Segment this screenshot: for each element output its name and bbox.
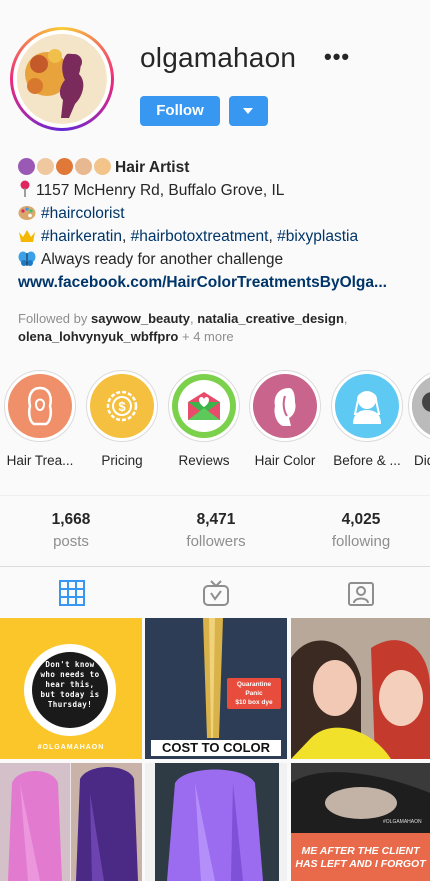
following-stat[interactable]: 4,025 following	[306, 510, 416, 552]
website-link[interactable]: www.facebook.com/HairColorTreatmentsByOl…	[18, 274, 387, 291]
igtv-icon	[203, 580, 229, 606]
avatar-image	[17, 34, 107, 124]
hashtag-link[interactable]: #hairkeratin	[41, 228, 122, 245]
post-thumbnail[interactable]	[0, 763, 142, 881]
hairdresser-emoji-icon	[18, 158, 35, 175]
post-thumbnail[interactable]: #OLGAMAHAON ME AFTER THE CLIENT HAS LEFT …	[291, 763, 430, 881]
crown-icon	[19, 230, 35, 242]
story-highlights: Hair Trea... $ Pricing Reviews Hair Colo…	[0, 370, 430, 470]
profile-page: olgamahaon ••• Follow Hair Artist 1157 M…	[0, 0, 430, 881]
following-count: 4,025	[341, 511, 381, 528]
username: olgamahaon	[140, 42, 297, 73]
woman-emoji-icon	[75, 158, 92, 175]
price-badge-icon: $	[106, 390, 138, 422]
woman-emoji-icon	[56, 158, 73, 175]
selfie-photo	[291, 618, 430, 759]
ellipsis-icon[interactable]: •••	[324, 44, 350, 70]
hashtag-link[interactable]: #haircolorist	[41, 205, 125, 222]
highlight-label: Did	[414, 453, 430, 468]
highlight-reviews[interactable]: Reviews	[168, 370, 240, 468]
butterfly-icon	[18, 251, 36, 266]
posts-count: 1,668	[51, 511, 91, 528]
envelope-heart-icon	[178, 380, 230, 432]
suggestions-dropdown-button[interactable]	[229, 96, 268, 126]
highlight-hair-color[interactable]: Hair Color	[249, 370, 321, 468]
post-caption: ME AFTER THE CLIENT HAS LEFT AND I FORGOT	[295, 845, 426, 870]
bio-address: 1157 McHenry Rd, Buffalo Grove, IL	[36, 182, 285, 199]
bio: Hair Artist 1157 McHenry Rd, Buffalo Gro…	[18, 156, 418, 294]
bio-motto-line: Always ready for another challenge	[18, 248, 418, 271]
before-after-hair-photo	[0, 763, 142, 881]
highlight-label: Pricing	[101, 453, 143, 468]
followers-label: followers	[186, 533, 246, 550]
woman-bust-icon	[353, 391, 381, 424]
bio-address-line: 1157 McHenry Rd, Buffalo Grove, IL	[18, 179, 418, 202]
grid-icon	[59, 580, 85, 606]
post-caption: COST TO COLOR	[151, 740, 281, 756]
follower-username: natalia_creative_design	[197, 311, 344, 326]
tab-posts-grid[interactable]	[58, 579, 88, 609]
bio-tag-line: #haircolorist	[18, 202, 418, 225]
highlight-label: Before & ...	[333, 453, 401, 468]
highlight-label: Hair Color	[254, 453, 316, 468]
post-thumbnail[interactable]	[291, 618, 430, 759]
following-label: following	[331, 533, 391, 550]
post-thumbnail[interactable]: Don't know who needs to hear this, but t…	[0, 618, 142, 759]
bio-motto: Always ready for another challenge	[41, 251, 284, 268]
highlight-pricing[interactable]: $ Pricing	[86, 370, 158, 468]
profile-stats: 1,668 posts 8,471 followers 4,025 follow…	[0, 495, 430, 565]
bio-website-line: www.facebook.com/HairColorTreatmentsByOl…	[18, 271, 418, 294]
post-sticker: Quarantine Panic $10 box dye	[227, 678, 281, 709]
svg-text:$: $	[118, 399, 126, 414]
highlight-label: Hair Trea...	[6, 453, 74, 468]
post-text: Don't know who needs to hear this, but t…	[40, 660, 100, 709]
tagged-icon	[348, 582, 374, 606]
follower-username: olena_lohvynyuk_wbffpro	[18, 329, 179, 344]
posts-stat: 1,668 posts	[16, 510, 126, 552]
post-watermark: #OLGAMAHAON	[383, 819, 422, 825]
tab-tagged[interactable]	[347, 579, 377, 609]
woman-profile-icon	[274, 388, 296, 426]
bio-title-line: Hair Artist	[18, 156, 418, 179]
follow-button[interactable]: Follow	[140, 96, 220, 126]
followers-count: 8,471	[196, 511, 236, 528]
bio-tags-line: #hairkeratin, #hairbotoxtreatment, #bixy…	[18, 225, 418, 248]
caret-down-icon	[243, 108, 253, 114]
photo-thumbnail	[412, 374, 430, 438]
hashtag-link[interactable]: #hairbotoxtreatment	[131, 228, 269, 245]
posts-label: posts	[53, 533, 89, 550]
follower-username: saywow_beauty	[90, 311, 190, 326]
mermaid-emoji-icon	[94, 158, 111, 175]
highlight-hair-treatments[interactable]: Hair Trea...	[4, 370, 76, 468]
highlight-before-after[interactable]: Before & ...	[331, 370, 403, 468]
followed-by[interactable]: Followed by saywow_beauty, natalia_creat…	[18, 310, 418, 346]
woman-emoji-icon	[37, 158, 54, 175]
map-pin-icon	[20, 180, 30, 197]
palette-icon	[18, 206, 36, 220]
avatar[interactable]	[10, 27, 114, 131]
followers-stat[interactable]: 8,471 followers	[161, 510, 271, 552]
tab-igtv[interactable]	[202, 579, 232, 609]
post-thumbnail[interactable]	[145, 763, 287, 881]
profile-header: olgamahaon ••• Follow	[0, 0, 430, 150]
hashtag-link[interactable]: #bixyplastia	[277, 228, 358, 245]
highlight-did[interactable]: Did	[408, 370, 430, 468]
highlight-label: Reviews	[178, 453, 230, 468]
bio-title: Hair Artist	[115, 159, 190, 176]
posts-grid: Don't know who needs to hear this, but t…	[0, 618, 430, 881]
post-hashtag: #OLGAMAHAON	[37, 744, 105, 751]
profile-tabs	[0, 566, 430, 618]
purple-hair-photo	[145, 763, 287, 881]
post-thumbnail[interactable]: Quarantine Panic $10 box dye COST TO COLO…	[145, 618, 287, 759]
woman-silhouette-icon	[27, 386, 53, 426]
